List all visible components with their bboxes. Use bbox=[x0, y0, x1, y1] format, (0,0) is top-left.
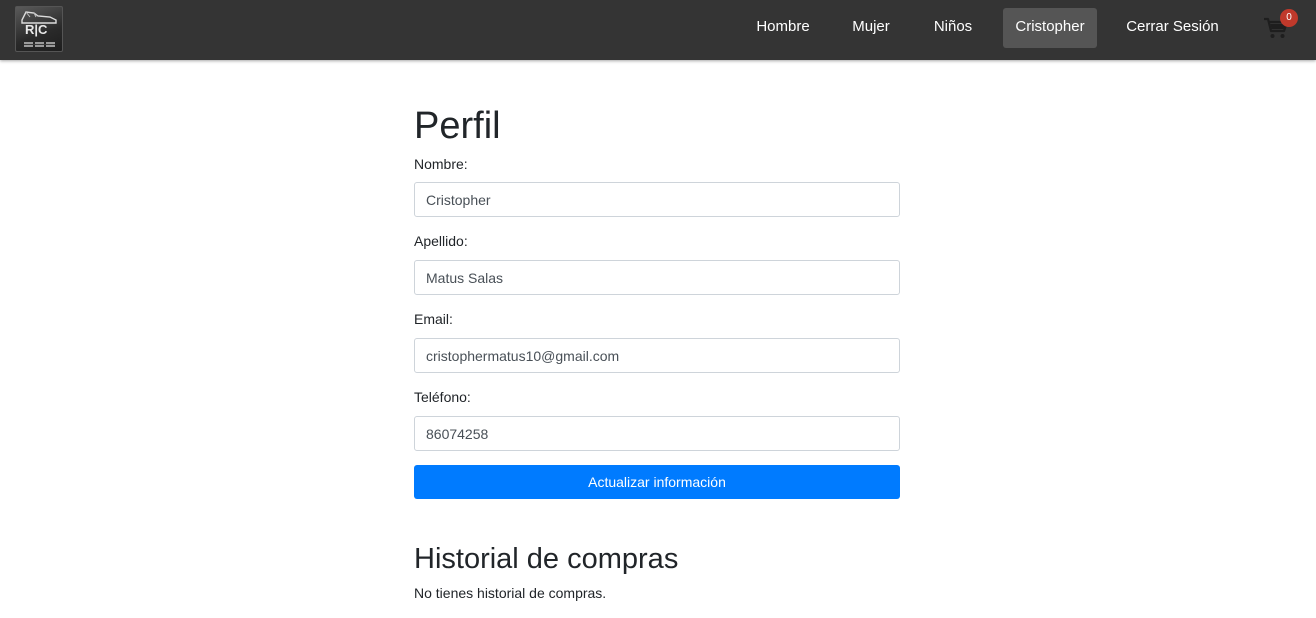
apellido-input[interactable] bbox=[414, 260, 900, 295]
page-title: Perfil bbox=[414, 105, 501, 147]
apellido-label: Apellido: bbox=[414, 233, 468, 249]
profile-form: Nombre: Apellido: Email: Teléfono: Actua… bbox=[414, 154, 900, 499]
nombre-label: Nombre: bbox=[414, 156, 468, 172]
purchase-history: Historial de compras No tienes historial… bbox=[414, 541, 900, 603]
nav-user-cristopher[interactable]: Cristopher bbox=[1003, 8, 1097, 48]
nombre-input[interactable] bbox=[414, 182, 900, 217]
logo-text: R|C bbox=[25, 22, 48, 37]
nav-hombre[interactable]: Hombre bbox=[744, 8, 822, 48]
brand-logo[interactable]: R|C bbox=[15, 6, 63, 52]
top-navbar: R|C Hombre Mujer Niños Cristopher Cerrar… bbox=[0, 0, 1316, 60]
email-input[interactable] bbox=[414, 338, 900, 373]
nav-mujer[interactable]: Mujer bbox=[840, 8, 902, 48]
update-info-button[interactable]: Actualizar información bbox=[414, 465, 900, 499]
history-empty-text: No tienes historial de compras. bbox=[414, 585, 607, 601]
history-title: Historial de compras bbox=[414, 543, 679, 575]
telefono-input[interactable] bbox=[414, 416, 900, 451]
profile-page: Perfil Nombre: Apellido: Email: Teléfono… bbox=[414, 100, 900, 603]
nav-logout[interactable]: Cerrar Sesión bbox=[1116, 8, 1229, 48]
email-label: Email: bbox=[414, 311, 453, 327]
cart-count-badge: 0 bbox=[1280, 9, 1298, 27]
nav-ninos[interactable]: Niños bbox=[921, 8, 985, 48]
telefono-label: Teléfono: bbox=[414, 389, 471, 405]
